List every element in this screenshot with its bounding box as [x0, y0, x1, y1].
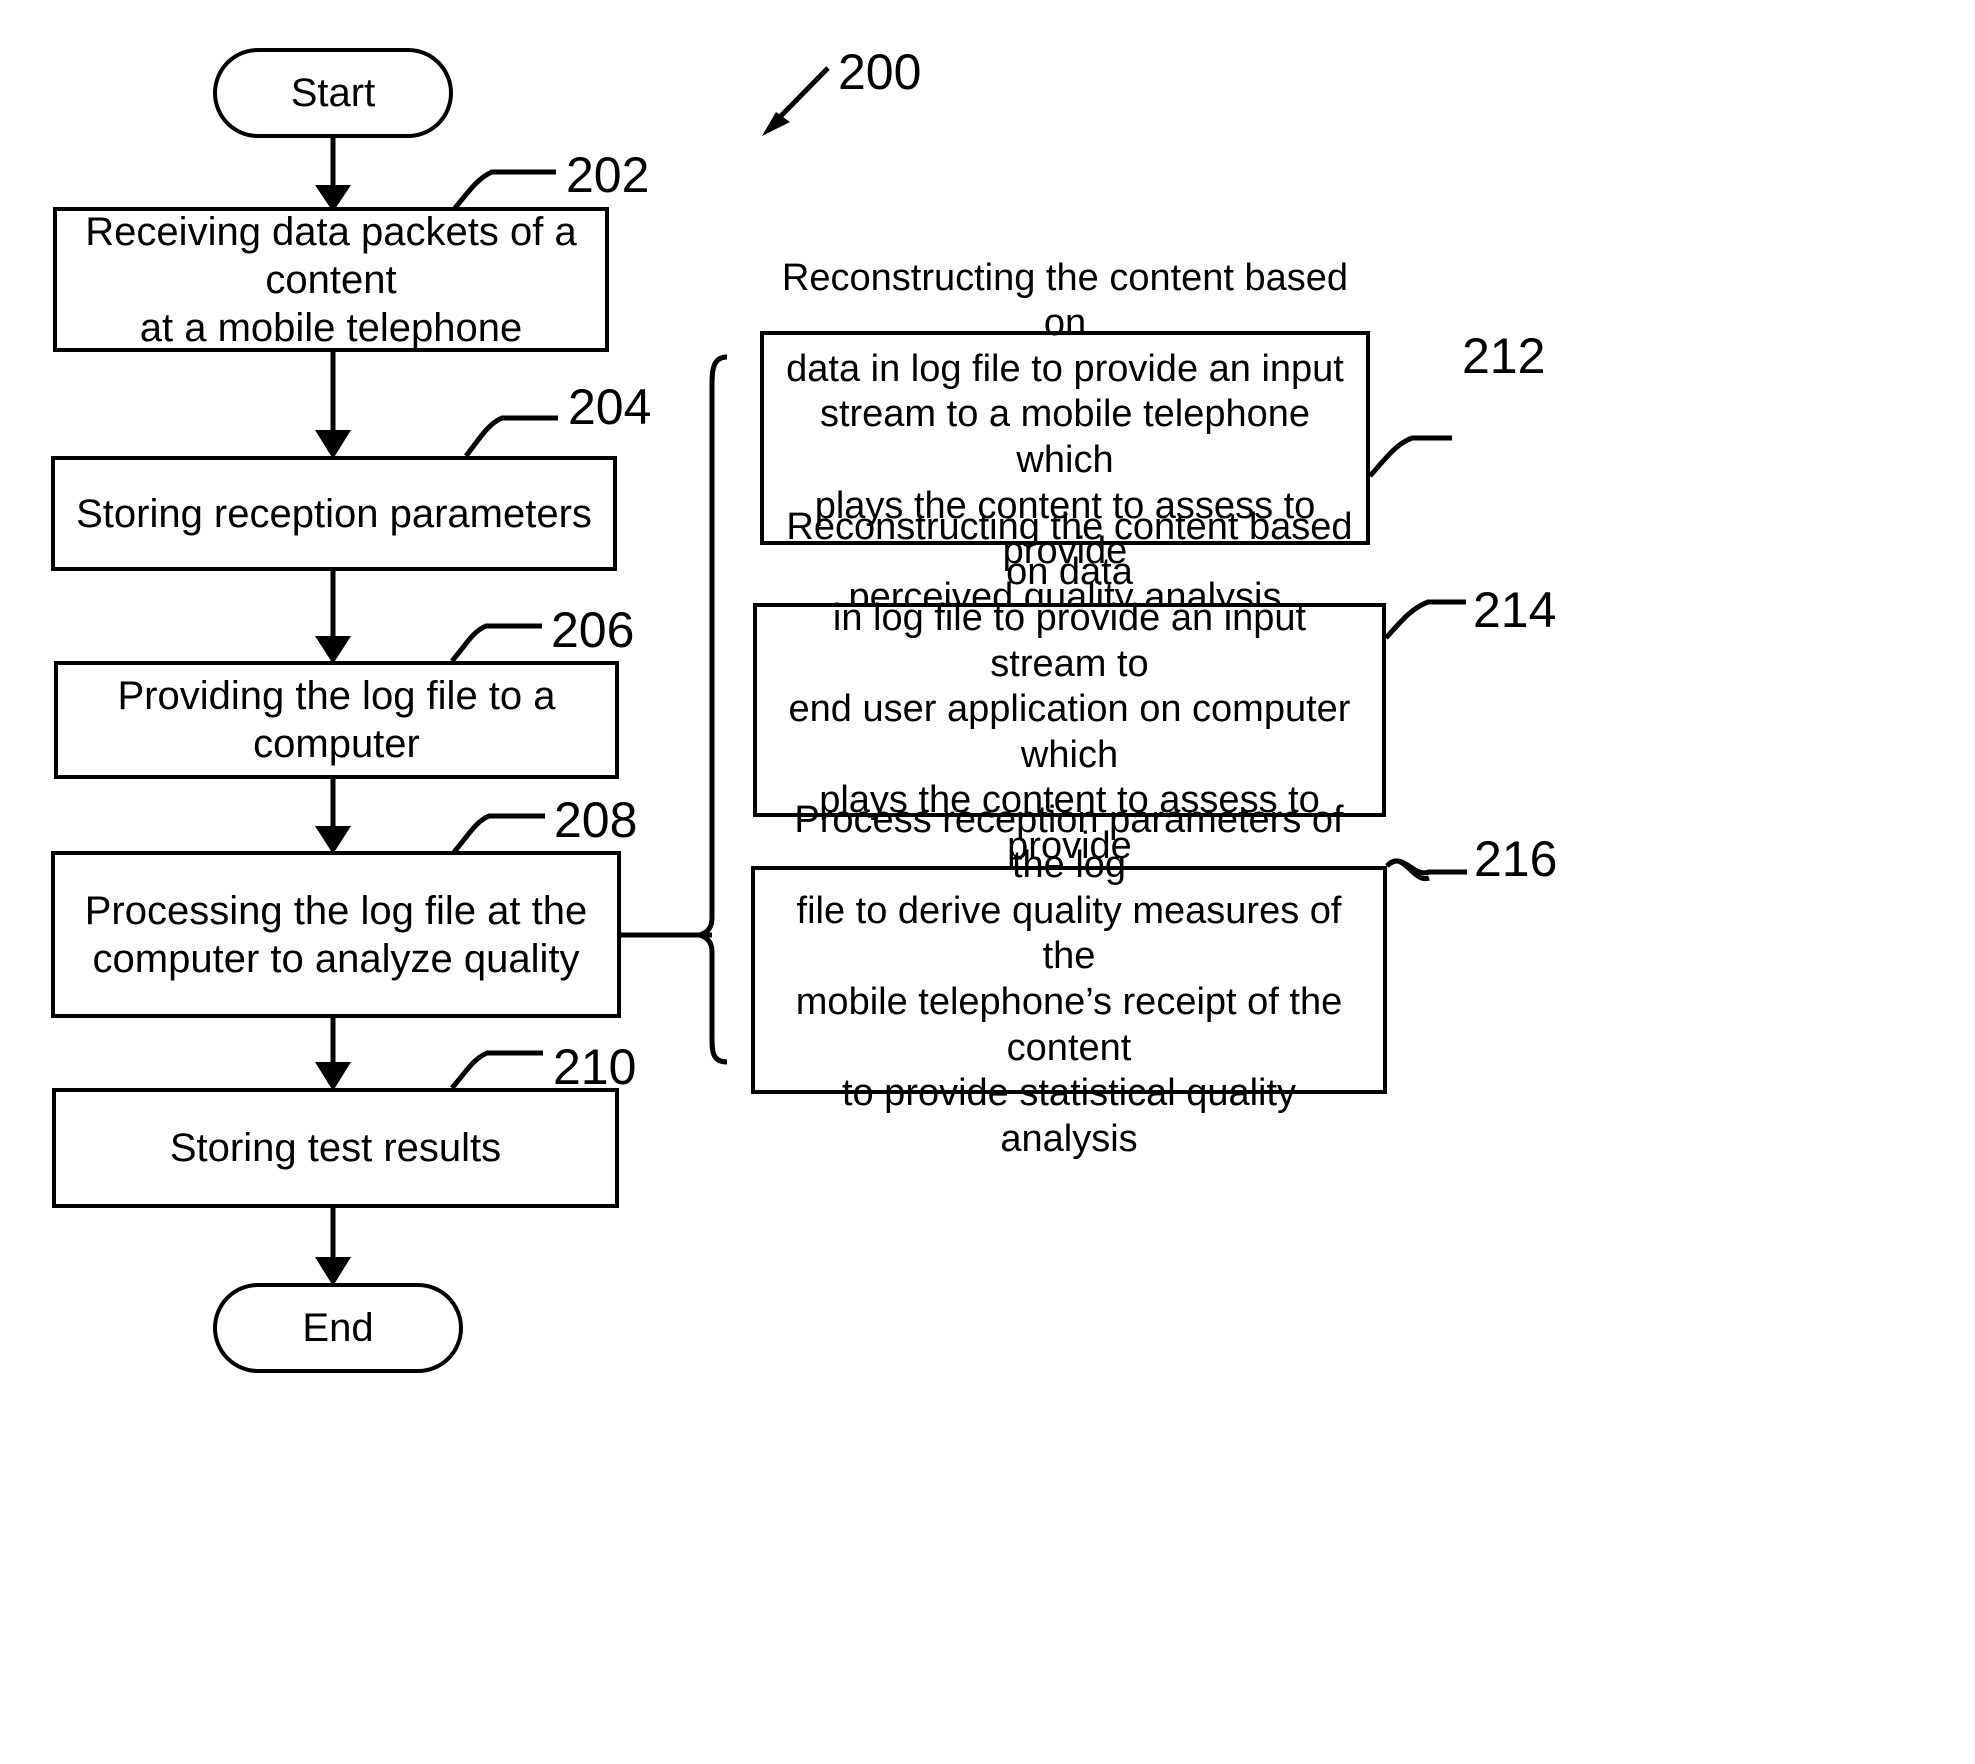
- flow-node-206-label: Providing the log file to a computer: [117, 674, 556, 766]
- grouping-brace: [693, 354, 728, 1065]
- leader-216b: [1385, 858, 1430, 882]
- detail-node-216[interactable]: Process reception parameters of the log …: [751, 799, 1387, 1160]
- flow-node-210-label: Storing test results: [169, 1126, 502, 1170]
- arrow-206-to-208: [315, 779, 351, 854]
- reference-numeral-210: 210: [553, 1039, 637, 1095]
- reference-numeral-216: 216: [1474, 831, 1558, 887]
- flow-node-210[interactable]: Storing test results: [52, 1088, 619, 1208]
- leader-202: [453, 169, 556, 210]
- flow-node-end[interactable]: End: [213, 1283, 463, 1373]
- arrow-start-to-202: [315, 138, 351, 212]
- flowchart-canvas: 200 Start Receiving data packets of a co…: [0, 0, 1975, 1764]
- flow-node-208[interactable]: Processing the log file at the computer …: [51, 851, 621, 1018]
- reference-numeral-204: 204: [568, 379, 652, 435]
- reference-numeral-202: 202: [566, 147, 650, 203]
- flow-node-202-label: Receiving data packets of a content at a…: [85, 209, 577, 350]
- leader-208: [452, 813, 545, 854]
- figure-200-leader: [762, 66, 830, 136]
- reference-numeral-206: 206: [551, 602, 635, 658]
- flow-node-208-label: Processing the log file at the computer …: [84, 888, 588, 981]
- leader-210: [450, 1050, 543, 1090]
- reference-numeral-212: 212: [1462, 328, 1546, 384]
- flow-node-start-label: Start: [290, 71, 376, 115]
- detail-node-214[interactable]: Reconstructing the content based on data…: [753, 506, 1386, 913]
- reference-numeral-214: 214: [1473, 582, 1557, 638]
- leader-204: [464, 415, 558, 458]
- flow-node-start[interactable]: Start: [213, 48, 453, 138]
- arrow-208-to-210: [315, 1018, 351, 1091]
- leader-216: [1385, 858, 1467, 876]
- arrow-202-to-204: [315, 352, 351, 459]
- reference-numeral-208: 208: [554, 792, 638, 848]
- detail-node-216-label: Process reception parameters of the log …: [794, 798, 1344, 1160]
- flow-node-204-label: Storing reception parameters: [76, 491, 592, 536]
- flow-node-end-label: End: [302, 1306, 374, 1350]
- flow-node-204[interactable]: Storing reception parameters: [51, 456, 617, 571]
- flow-node-202[interactable]: Receiving data packets of a content at a…: [53, 207, 609, 352]
- leader-214: [1384, 599, 1466, 640]
- flow-node-206[interactable]: Providing the log file to a computer: [54, 661, 619, 779]
- leader-212: [1368, 435, 1452, 478]
- figure-number: 200: [838, 44, 922, 100]
- arrow-204-to-206: [315, 571, 351, 664]
- arrow-210-to-end: [315, 1208, 351, 1286]
- leader-206: [450, 623, 542, 663]
